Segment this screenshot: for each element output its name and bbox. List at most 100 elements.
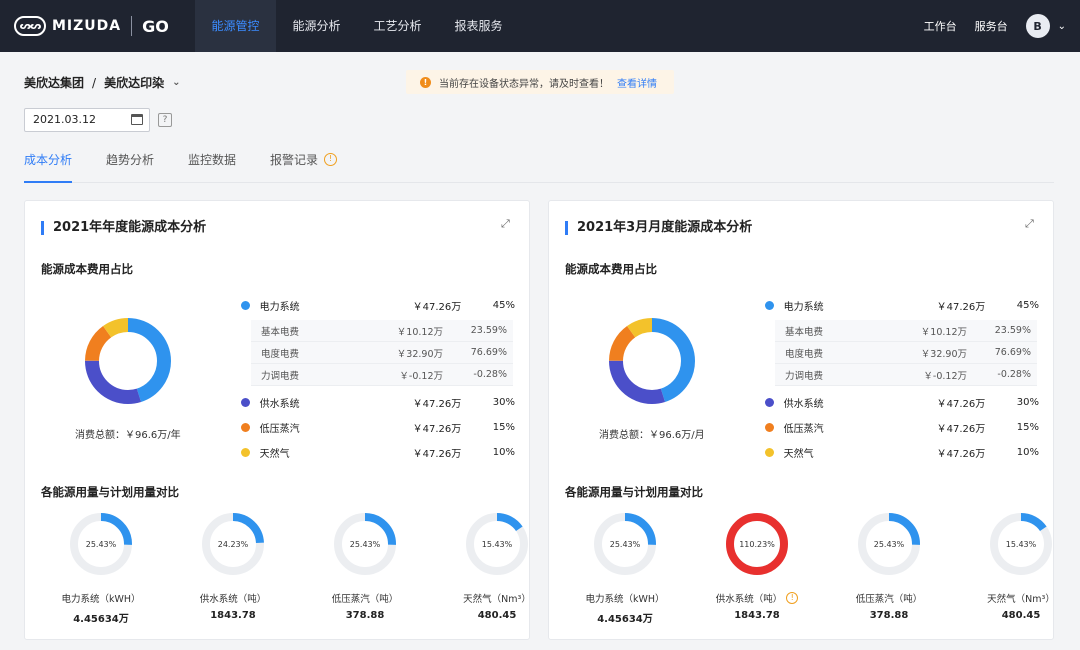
gauge-label: 供水系统（吨）: [199, 594, 267, 605]
header-actions: 工作台 服务台 B ⌄: [924, 0, 1066, 52]
usage-gauge-ring: 110.23%: [726, 513, 788, 575]
gauge-percent: 25.43%: [86, 540, 117, 549]
usage-gauge[interactable]: 25.43% 电力系统（kWH） 4.45634万: [565, 511, 685, 625]
breakdown-percent: -0.28%: [473, 369, 507, 380]
breakdown-percent: 23.59%: [470, 325, 507, 336]
usage-gauge-ring: 25.43%: [858, 513, 920, 575]
help-icon[interactable]: ?: [158, 113, 172, 127]
expand-icon[interactable]: ⤢: [1025, 217, 1037, 230]
avatar[interactable]: B: [1025, 14, 1050, 38]
gauge-value: 378.88: [869, 610, 909, 621]
usage-gauge[interactable]: 24.23% 供水系统（吨） 1843.78: [173, 511, 293, 621]
nav-energy-analysis[interactable]: 能源分析: [276, 0, 357, 52]
panel-title: 2021年年度能源成本分析: [41, 221, 206, 235]
breakdown-value: ￥10.12万: [396, 326, 443, 338]
total-consumption: 消费总额：￥96.6万/年: [75, 430, 181, 441]
workbench-link[interactable]: 工作台: [924, 18, 957, 34]
total-consumption: 消费总额：￥96.6万/月: [599, 430, 705, 441]
expand-icon[interactable]: ⤢: [501, 217, 513, 230]
tab-label: 报警记录: [270, 153, 319, 167]
gauge-label: 低压蒸汽（吨）: [331, 594, 399, 605]
usage-gauge[interactable]: 15.43% 天然气（Nm³） 480.45: [437, 511, 557, 621]
gauge-label-row: 低压蒸汽（吨）: [829, 591, 949, 605]
legend-name: 天然气: [783, 449, 814, 460]
nav-report-service[interactable]: 报表服务: [438, 0, 519, 52]
breakdown-value: ￥-0.12万: [399, 370, 443, 382]
calendar-icon[interactable]: [131, 114, 143, 125]
gauge-value: 1843.78: [210, 610, 256, 621]
breakdown-percent: -0.28%: [997, 369, 1031, 380]
breakdown-name: 基本电费: [261, 326, 300, 338]
breakdown-name: 电度电费: [261, 348, 300, 360]
tab-trend-analysis[interactable]: 趋势分析: [106, 150, 154, 183]
usage-gauge[interactable]: 110.23% 供水系统（吨）! 1843.78: [697, 511, 817, 621]
breakdown-name: 力调电费: [785, 370, 824, 382]
electric-breakdown: 基本电费 ￥10.12万 23.59% 电度电费 ￥32.90万 76.69% 力调电费 ￥-…: [251, 320, 513, 386]
usage-compare-title: 各能源用量与计划用量对比: [41, 485, 179, 499]
usage-gauge-ring: 25.43%: [334, 513, 396, 575]
breakdown-name: 电度电费: [785, 348, 824, 360]
gauge-percent: 110.23%: [739, 540, 775, 549]
breadcrumb-group[interactable]: 美欣达集团: [24, 74, 84, 91]
tab-monitor-data[interactable]: 监控数据: [188, 150, 236, 183]
gauge-label: 电力系统（kWH）: [61, 594, 141, 605]
warning-icon: !: [420, 76, 431, 88]
breakdown-row: 力调电费 ￥-0.12万 -0.28%: [775, 364, 1037, 386]
brand-logo[interactable]: ᔕᔕ MIZUDA GO: [14, 13, 169, 39]
usage-gauges: 25.43% 电力系统（kWH） 4.45634万 24.23% 供水系统（吨） 1843…: [25, 511, 531, 631]
warning-icon[interactable]: !: [786, 592, 799, 604]
tab-label: 监控数据: [188, 153, 237, 167]
legend-dot: [241, 398, 250, 407]
usage-gauge[interactable]: 15.43% 天然气（Nm³） 480.45: [961, 511, 1080, 621]
breakdown-percent: 76.69%: [994, 347, 1031, 358]
view-details-link[interactable]: 查看详情: [617, 75, 657, 90]
service-desk-link[interactable]: 服务台: [975, 18, 1008, 34]
cost-share-donut: [85, 318, 171, 404]
tab-label: 趋势分析: [106, 153, 155, 167]
breakdown-row: 力调电费 ￥-0.12万 -0.28%: [251, 364, 513, 386]
tab-alarm-records[interactable]: 报警记录!: [270, 150, 338, 183]
tab-cost-analysis[interactable]: 成本分析: [24, 150, 73, 183]
device-alert-banner: ! 当前存在设备状态异常，请及时查看！ 查看详情: [406, 70, 674, 94]
breakdown-row: 电度电费 ￥32.90万 76.69%: [251, 342, 513, 364]
cost-legend: 电力系统 ￥47.26万 45% 基本电费 ￥10.12万 23.59% 电度电费 ￥32.9…: [759, 293, 1039, 465]
gauge-value: 378.88: [345, 610, 385, 621]
legend-percent: 10%: [492, 447, 515, 458]
warning-icon: !: [324, 153, 338, 166]
legend-percent: 45%: [1016, 300, 1039, 311]
legend-name: 供水系统: [783, 399, 824, 410]
cost-share-donut: [609, 318, 695, 404]
breakdown-percent: 23.59%: [994, 325, 1031, 336]
nav-energy-control[interactable]: 能源管控: [195, 0, 276, 52]
legend-name: 电力系统: [783, 302, 824, 313]
gauge-percent: 24.23%: [218, 540, 249, 549]
usage-gauge[interactable]: 25.43% 低压蒸汽（吨） 378.88: [829, 511, 949, 621]
nav-process-analysis[interactable]: 工艺分析: [357, 0, 438, 52]
logo-divider: [131, 16, 133, 36]
gauge-label: 供水系统（吨）: [715, 594, 783, 605]
chevron-down-icon[interactable]: ⌄: [1058, 21, 1066, 32]
cost-legend: 电力系统 ￥47.26万 45% 基本电费 ￥10.12万 23.59% 电度电费 ￥32.9…: [235, 293, 515, 465]
gauge-label: 天然气（Nm³）: [463, 594, 531, 605]
usage-gauge[interactable]: 25.43% 低压蒸汽（吨） 378.88: [305, 511, 425, 621]
legend-value: ￥47.26万: [936, 424, 986, 435]
breakdown-value: ￥10.12万: [920, 326, 967, 338]
gauge-label-row: 低压蒸汽（吨）: [305, 591, 425, 605]
chevron-down-icon[interactable]: ⌄: [172, 77, 180, 88]
legend-row: 供水系统 ￥47.26万 30%: [235, 390, 515, 415]
breakdown-value: ￥32.90万: [396, 348, 443, 360]
breakdown-row: 基本电费 ￥10.12万 23.59%: [775, 320, 1037, 342]
legend-percent: 15%: [1016, 422, 1039, 433]
breadcrumb-company[interactable]: 美欣达印染: [104, 74, 164, 91]
annual-cost-panel: 2021年年度能源成本分析 ⤢ 能源成本费用占比 消费总额：￥96.6万/年 电力系统 ￥…: [24, 200, 531, 640]
gauge-label: 电力系统（kWH）: [585, 594, 665, 605]
gauge-percent: 15.43%: [1006, 540, 1037, 549]
logo-mark: GO: [142, 16, 169, 36]
legend-name: 电力系统: [259, 302, 300, 313]
alert-text: 当前存在设备状态异常，请及时查看！: [439, 78, 609, 90]
gauge-label-row: 天然气（Nm³）: [961, 591, 1080, 605]
date-picker[interactable]: 2021.03.12: [24, 108, 150, 132]
usage-gauge[interactable]: 25.43% 电力系统（kWH） 4.45634万: [41, 511, 161, 625]
gauge-label: 天然气（Nm³）: [987, 594, 1055, 605]
legend-value: ￥47.26万: [936, 449, 986, 460]
